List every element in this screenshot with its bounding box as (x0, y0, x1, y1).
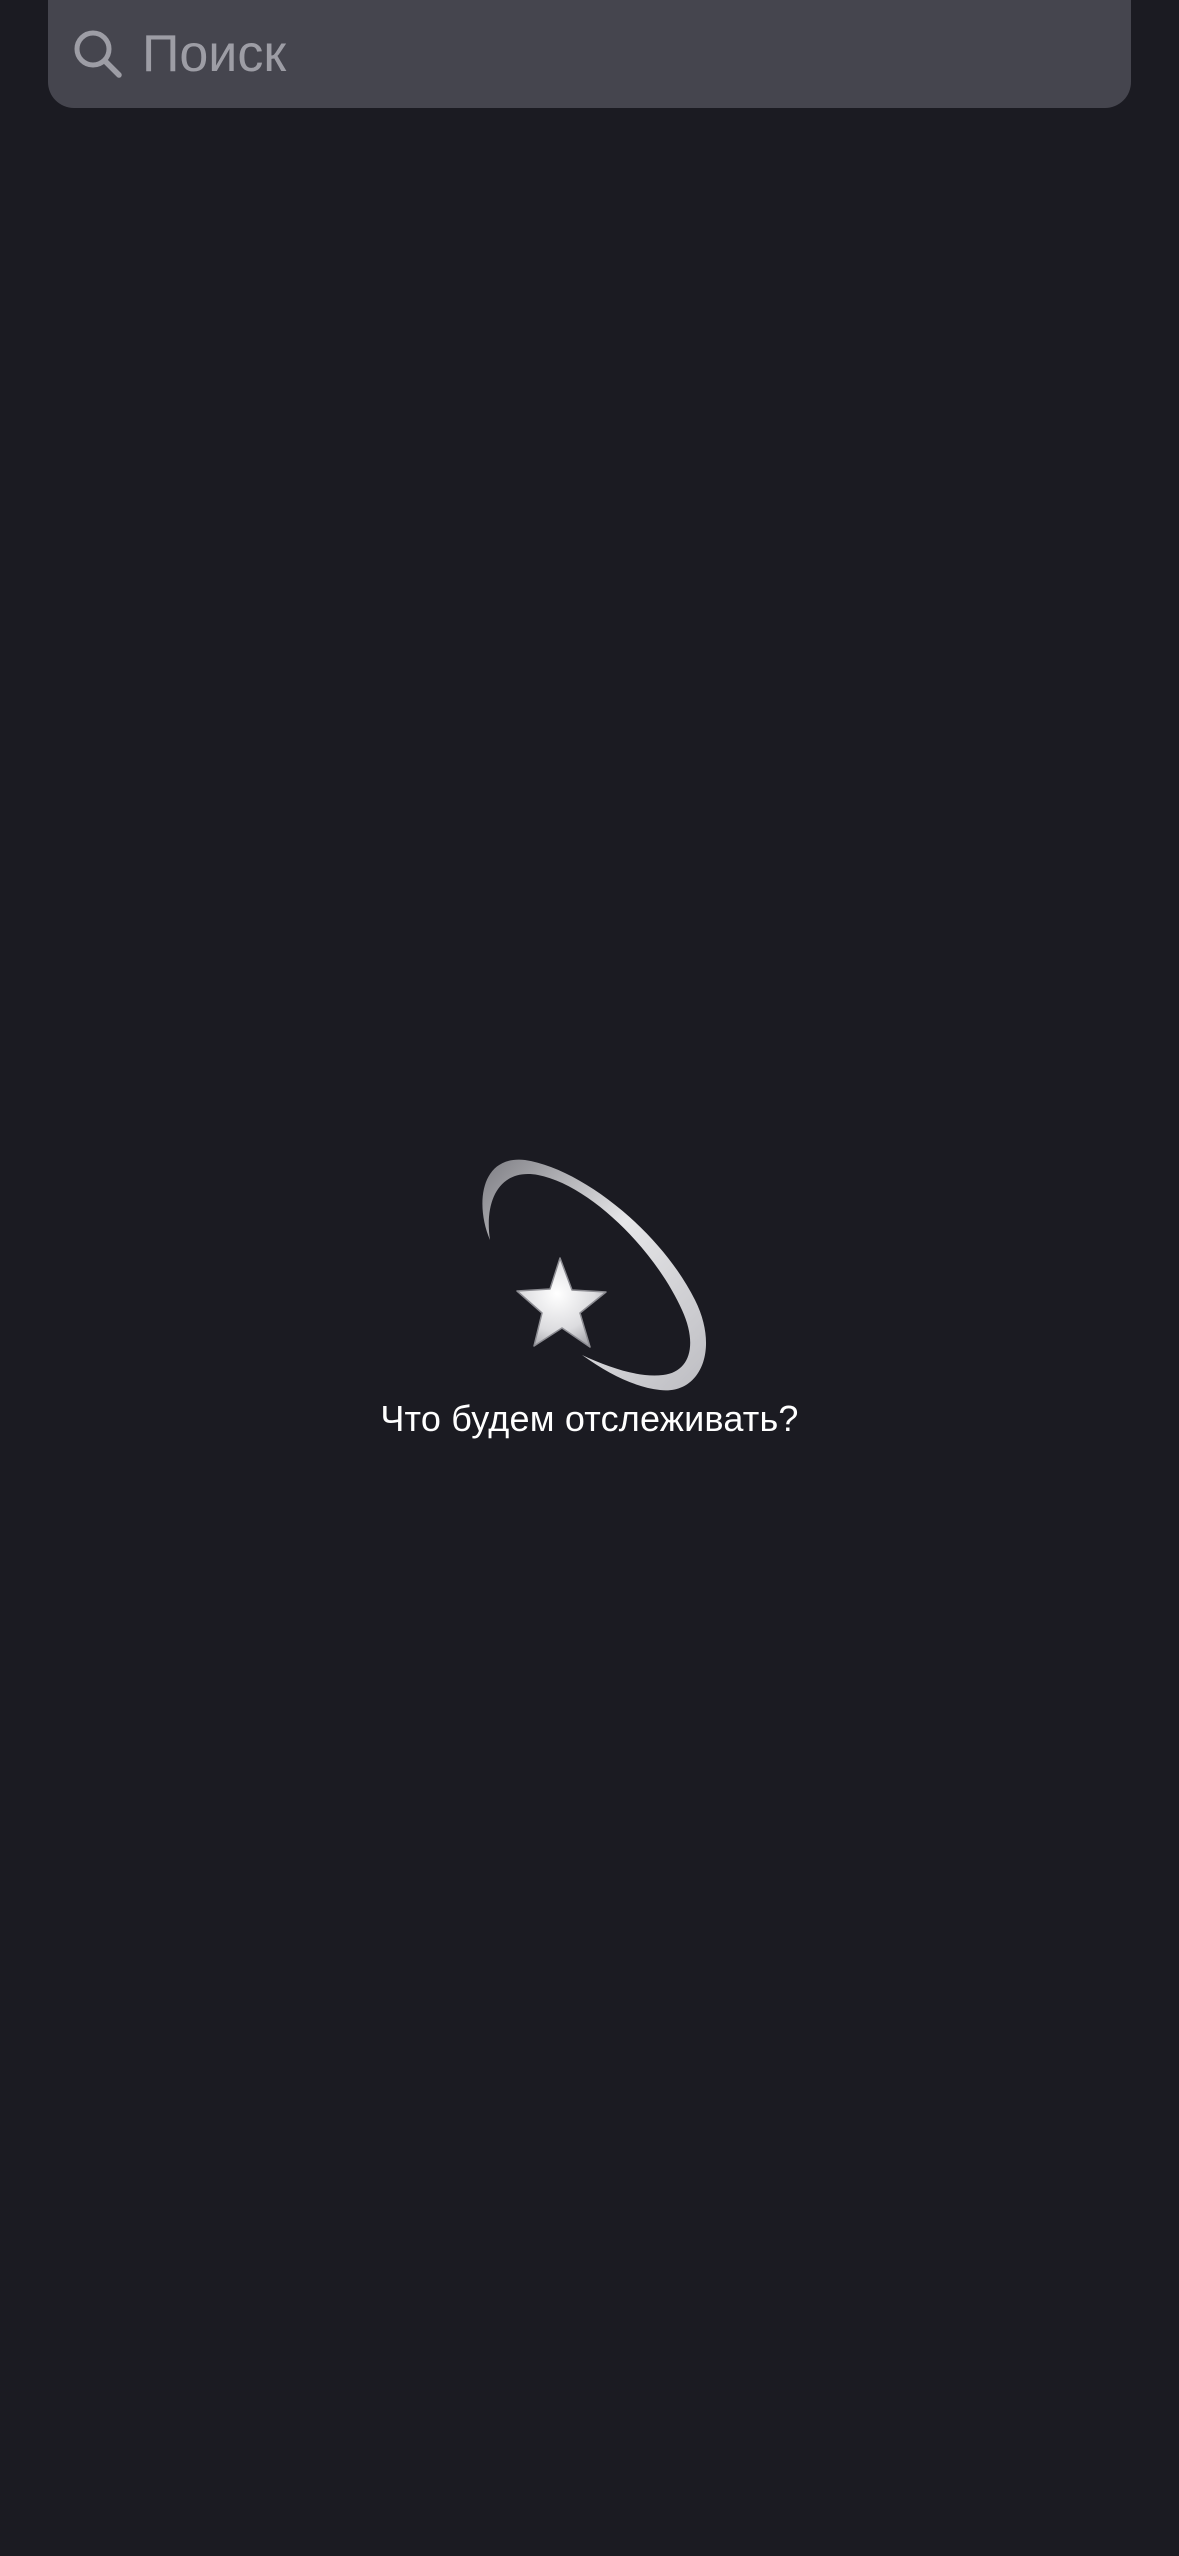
search-bar[interactable] (48, 0, 1131, 108)
search-input[interactable] (142, 0, 1131, 108)
empty-state-message: Что будем отслеживать? (380, 1398, 799, 1439)
search-icon (70, 26, 126, 82)
empty-state: Что будем отслеживать? (0, 1150, 1179, 1439)
shooting-star-icon (481, 1159, 706, 1391)
